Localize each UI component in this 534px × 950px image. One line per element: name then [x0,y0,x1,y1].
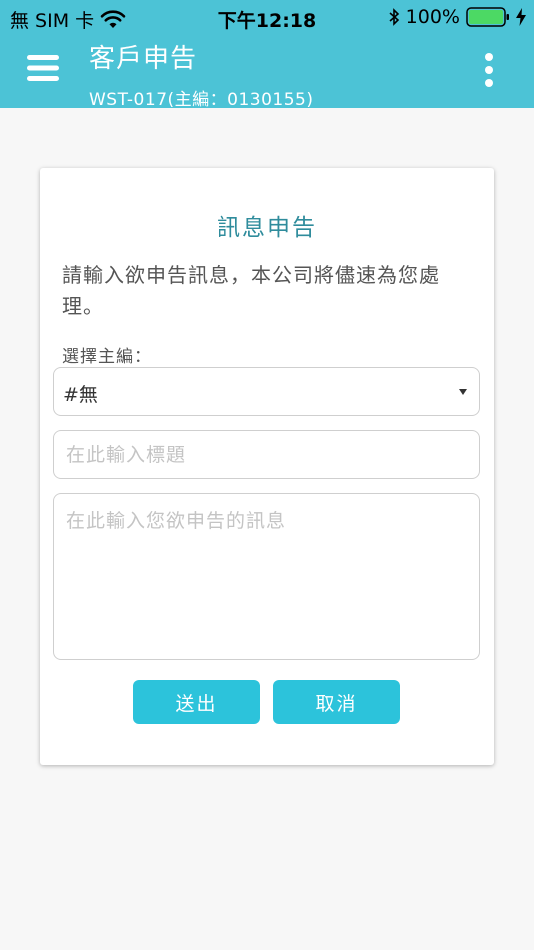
page-subtitle: WST-017(主編：0130155) [89,90,314,110]
header-title-block: 客戶申告 WST-017(主編：0130155) [89,38,313,110]
title-input[interactable] [53,430,480,479]
editor-select-value: #無 [63,384,98,406]
page-title: 客戶申告 [89,44,198,74]
more-vert-icon[interactable] [484,52,494,88]
battery-percent: 100% [405,6,460,28]
app-header: 無 SIM 卡 下午12:18 100% 客戶申告 WST-017(主編：013… [0,0,534,110]
status-right: 100% [388,6,526,28]
cancel-button[interactable]: 取消 [273,680,400,724]
charging-bolt-icon [516,8,526,26]
bluetooth-icon [389,8,399,26]
dropdown-arrow-icon [459,389,467,395]
form-title: 訊息申告 [217,215,317,241]
menu-icon[interactable] [27,55,59,81]
submit-button[interactable]: 送出 [133,680,260,724]
editor-select[interactable]: #無 [53,367,480,416]
editor-select-label: 選擇主編： [62,347,152,367]
form-description: 請輸入欲申告訊息，本公司將儘速為您處理。 [62,263,440,318]
message-textarea[interactable] [53,493,480,660]
status-bar: 無 SIM 卡 下午12:18 100% [0,0,534,34]
battery-icon [466,7,509,27]
